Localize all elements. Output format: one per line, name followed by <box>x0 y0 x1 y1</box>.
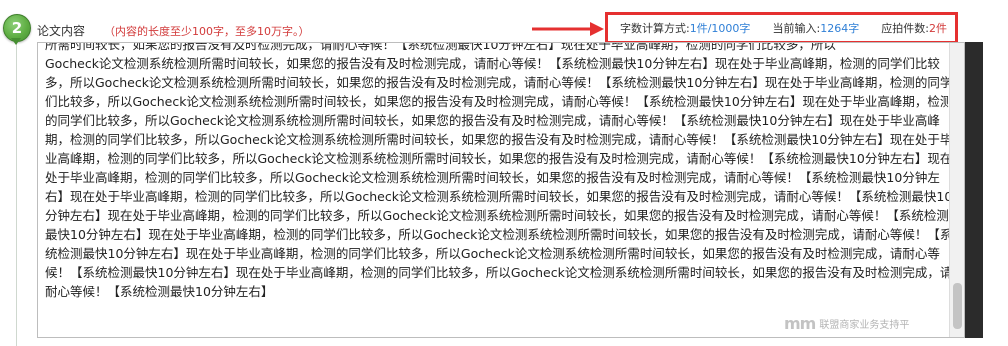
step-pointer-icon <box>11 38 21 45</box>
pieces-label: 应拍件数: <box>881 22 929 35</box>
watermark-logo: mm <box>784 314 816 333</box>
count-method-label: 字数计算方式: <box>620 22 690 35</box>
pieces-value: 2件 <box>928 22 947 35</box>
watermark-text: 联盟商家业务支持平 <box>819 320 910 331</box>
textarea-scrollbar[interactable] <box>949 43 964 337</box>
current-input-value: 1264字 <box>820 22 860 35</box>
current-input-label: 当前输入: <box>772 22 821 35</box>
content-field-label: 论文内容 <box>37 24 86 38</box>
current-input-stat: 当前输入:1264字 <box>772 20 859 36</box>
count-method-value: 1件/1000字 <box>689 22 751 35</box>
paper-content-text[interactable]: 所需时间较长，如果您的报告没有及时检测完成，请耐心等候！【系统检测最快10分钟左… <box>45 43 955 301</box>
content-length-hint: （内容的长度至少100字，至多10万字。） <box>104 25 310 38</box>
watermark: mm 联盟商家业务支持平 <box>784 314 909 333</box>
word-count-stats-box: 字数计算方式:1件/1000字 当前输入:1264字 应拍件数:2件 <box>605 12 958 44</box>
step-number: 2 <box>11 19 23 37</box>
scrollbar-thumb[interactable] <box>953 283 962 329</box>
paper-content-textarea[interactable]: 所需时间较长，如果您的报告没有及时检测完成，请耐心等候！【系统检测最快10分钟左… <box>37 42 965 338</box>
pieces-stat: 应拍件数:2件 <box>881 20 947 36</box>
step-connector-line <box>16 40 17 346</box>
dark-page-edge <box>965 42 983 338</box>
red-arrow-icon <box>532 22 604 36</box>
count-method-stat: 字数计算方式:1件/1000字 <box>620 20 750 36</box>
